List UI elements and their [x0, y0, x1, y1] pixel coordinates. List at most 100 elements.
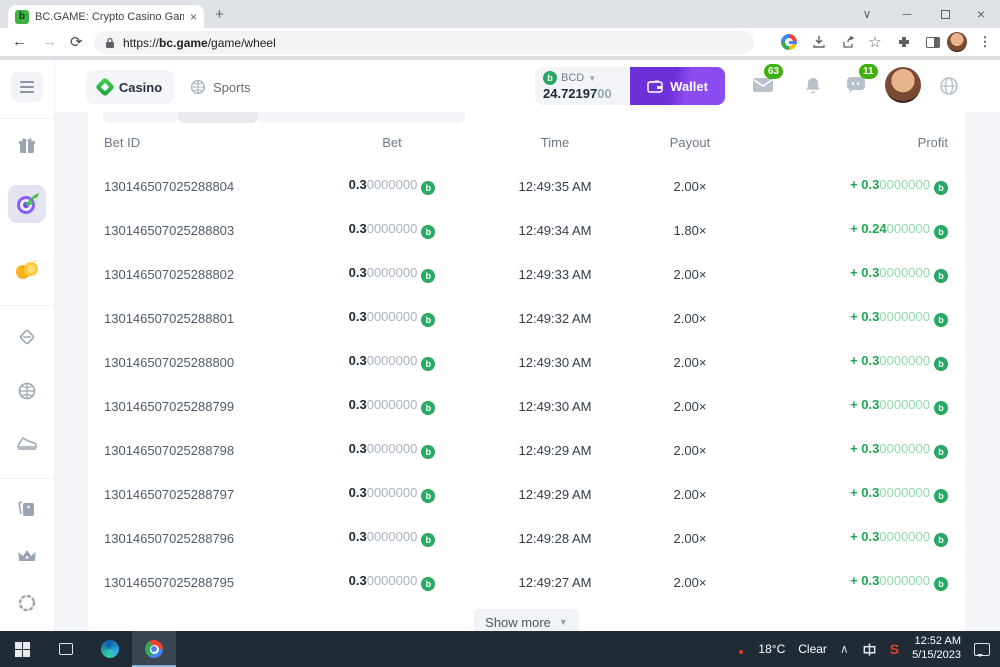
bet-id-cell: 130146507025288800 [104, 355, 319, 370]
show-more-label: Show more [485, 615, 551, 630]
bcd-coin-icon: b [421, 313, 435, 327]
table-row: 130146507025288804 0.30000000b 12:49:35 … [88, 164, 965, 208]
weather-temp[interactable]: 18°C [758, 642, 785, 656]
bet-id-cell: 130146507025288797 [104, 487, 319, 502]
wallet-label: Wallet [670, 79, 708, 94]
language-button[interactable] [936, 75, 962, 97]
start-button[interactable] [0, 631, 44, 667]
window-maximize-button[interactable] [926, 0, 964, 28]
racing-shoe-icon [16, 434, 38, 452]
chrome-taskbar-button[interactable] [132, 631, 176, 667]
bet-tabs-partial-selected[interactable] [178, 112, 258, 123]
payout-cell: 2.00× [645, 267, 735, 282]
payout-cell: 2.00× [645, 487, 735, 502]
ime-chinese-icon[interactable] [862, 642, 877, 657]
cashback-diamond-icon [17, 327, 37, 347]
sidebar-item-lottery[interactable] [8, 584, 46, 622]
bookmark-star-icon[interactable]: ☆ [864, 31, 886, 53]
sidebar-item-promotions[interactable] [8, 490, 46, 528]
window-minimize-button[interactable]: ─ [888, 0, 926, 28]
task-view-button[interactable] [44, 631, 88, 667]
sidebar-menu-button[interactable] [11, 72, 43, 102]
sidebar-item-sports[interactable] [8, 372, 46, 410]
reload-button[interactable]: ⟳ [70, 33, 83, 51]
col-header-bet-id: Bet ID [104, 135, 319, 150]
globe-icon [939, 76, 959, 96]
mail-icon [752, 77, 774, 93]
back-button[interactable]: ← [12, 33, 27, 50]
google-shortcut-icon[interactable] [778, 31, 800, 53]
bet-tabs-partial[interactable] [258, 112, 465, 123]
table-row: 130146507025288796 0.30000000b 12:49:28 … [88, 516, 965, 560]
time-cell: 12:49:32 AM [465, 311, 645, 326]
sidebar-divider [0, 118, 55, 119]
extensions-puzzle-icon[interactable] [893, 31, 915, 53]
bet-id-cell: 130146507025288795 [104, 575, 319, 590]
payout-cell: 2.00× [645, 575, 735, 590]
taskbar-clock[interactable]: 12:52 AM5/15/2023 [912, 635, 961, 663]
window-chevron-icon[interactable]: ∨ [848, 0, 886, 28]
time-cell: 12:49:35 AM [465, 179, 645, 194]
bet-id-cell: 130146507025288801 [104, 311, 319, 326]
bet-tabs-partial[interactable] [103, 112, 178, 123]
chat-button[interactable]: 11 [843, 74, 869, 96]
table-row: 130146507025288801 0.30000000b 12:49:32 … [88, 296, 965, 340]
wallet-button[interactable]: Wallet [630, 67, 725, 105]
show-more-button[interactable]: Show more ▼ [474, 609, 579, 631]
sidebar-item-bonus[interactable] [8, 127, 46, 165]
col-header-payout: Payout [645, 135, 735, 150]
payout-cell: 2.00× [645, 443, 735, 458]
bet-amount-cell: 0.30000000b [319, 529, 465, 547]
bet-amount-cell: 0.30000000b [319, 441, 465, 459]
gold-coins-icon [14, 257, 40, 281]
mail-button[interactable]: 63 [750, 74, 776, 96]
side-panel-icon[interactable] [922, 31, 944, 53]
address-bar[interactable]: https://bc.game/game/wheel [94, 31, 754, 54]
table-header-row: Bet ID Bet Time Payout Profit [88, 120, 965, 164]
weather-condition[interactable]: Clear [798, 642, 827, 656]
currency-selector[interactable]: b BCD ▼ 24.7219700 [535, 67, 630, 105]
sidebar-item-racing[interactable] [8, 424, 46, 462]
action-center-icon[interactable] [974, 643, 990, 656]
tab-title: BC.GAME: Crypto Casino Games [35, 11, 184, 23]
time-cell: 12:49:28 AM [465, 531, 645, 546]
sidebar-item-cashback[interactable] [8, 318, 46, 356]
sogou-ime-icon[interactable]: S [890, 641, 899, 657]
edge-taskbar-button[interactable] [88, 631, 132, 667]
download-icon[interactable] [808, 31, 830, 53]
forward-button[interactable]: → [42, 33, 57, 50]
profit-cell: + 0.30000000b [735, 397, 948, 415]
browser-tab[interactable]: b BC.GAME: Crypto Casino Games × [8, 5, 204, 28]
tray-expand-chevron[interactable]: ∧ [840, 642, 849, 656]
browser-menu-icon[interactable]: ⋮ [974, 31, 996, 53]
bcd-coin-icon: b [934, 401, 948, 415]
user-avatar[interactable] [885, 67, 921, 103]
share-icon[interactable] [838, 31, 860, 53]
new-tab-button[interactable]: + [215, 6, 224, 23]
sidebar-item-vip[interactable] [8, 537, 46, 575]
bcd-coin-icon: b [421, 445, 435, 459]
sidebar-item-game-active[interactable] [8, 185, 46, 223]
chevron-down-icon: ▼ [588, 74, 596, 83]
browser-profile-avatar[interactable] [947, 32, 967, 52]
table-row: 130146507025288797 0.30000000b 12:49:29 … [88, 472, 965, 516]
taskbar: 18°C Clear ∧ S 12:52 AM5/15/2023 [0, 631, 1000, 667]
casino-diamond-icon [95, 77, 115, 97]
profit-cell: + 0.30000000b [735, 353, 948, 371]
bet-table-body: 130146507025288804 0.30000000b 12:49:35 … [88, 164, 965, 604]
sports-label: Sports [213, 80, 251, 95]
tab-close-icon[interactable]: × [190, 10, 197, 24]
bet-amount-cell: 0.30000000b [319, 397, 465, 415]
profit-cell: + 0.30000000b [735, 485, 948, 503]
tab-casino[interactable]: Casino [86, 70, 174, 104]
window-close-button[interactable]: × [962, 0, 1000, 28]
gift-icon [17, 136, 37, 156]
chat-icon [846, 76, 866, 94]
notifications-button[interactable] [800, 74, 826, 96]
bcd-coin-icon: b [421, 489, 435, 503]
sidebar-item-rewards[interactable] [8, 250, 46, 288]
bcd-coin-icon: b [934, 445, 948, 459]
tab-sports[interactable]: Sports [190, 70, 251, 104]
bell-icon [804, 76, 822, 95]
bcd-coin-icon: b [421, 269, 435, 283]
